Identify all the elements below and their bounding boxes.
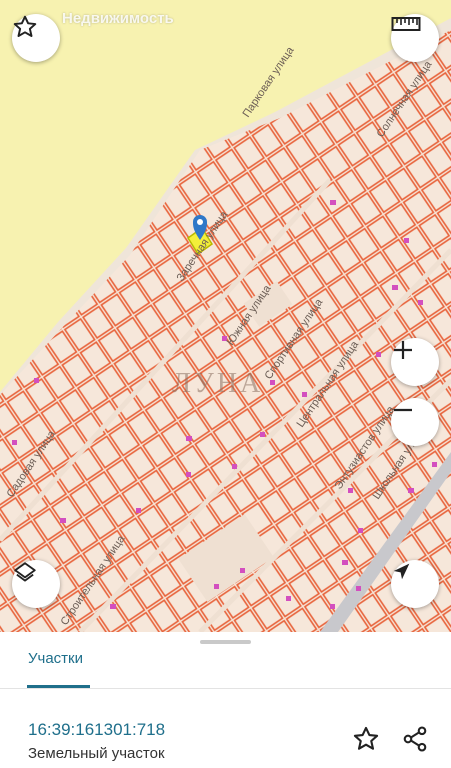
tab-parcels[interactable]: Участки <box>28 650 83 667</box>
bottom-sheet: Участки 16:39:161301:718 Земельный участ… <box>0 632 451 768</box>
parcel-type: Земельный участок <box>28 745 165 762</box>
star-icon <box>13 15 37 37</box>
locate-button[interactable] <box>391 560 439 608</box>
drag-handle[interactable] <box>200 640 251 644</box>
ruler-icon <box>391 17 421 31</box>
layers-icon <box>14 562 36 582</box>
zoom-in-button[interactable] <box>391 338 439 386</box>
divider <box>0 688 451 689</box>
star-icon <box>353 726 379 750</box>
cadastral-number[interactable]: 16:39:161301:718 <box>28 720 165 740</box>
app-title: Недвижимость <box>62 10 174 27</box>
share-icon <box>403 726 427 752</box>
layers-button[interactable] <box>12 560 60 608</box>
cadastral-map[interactable]: Парковая улица Солнечная улица Заречная … <box>0 0 451 632</box>
favorite-button[interactable] <box>12 14 60 62</box>
minus-icon <box>394 408 412 412</box>
ruler-button[interactable] <box>391 14 439 62</box>
plus-icon <box>394 341 412 359</box>
navigation-arrow-icon <box>393 563 410 580</box>
watermark: ЛУНА <box>172 368 263 399</box>
share-button[interactable] <box>398 722 432 756</box>
zoom-out-button[interactable] <box>391 398 439 446</box>
map-view[interactable]: Парковая улица Солнечная улица Заречная … <box>0 0 451 632</box>
favorite-parcel-button[interactable] <box>349 722 383 756</box>
